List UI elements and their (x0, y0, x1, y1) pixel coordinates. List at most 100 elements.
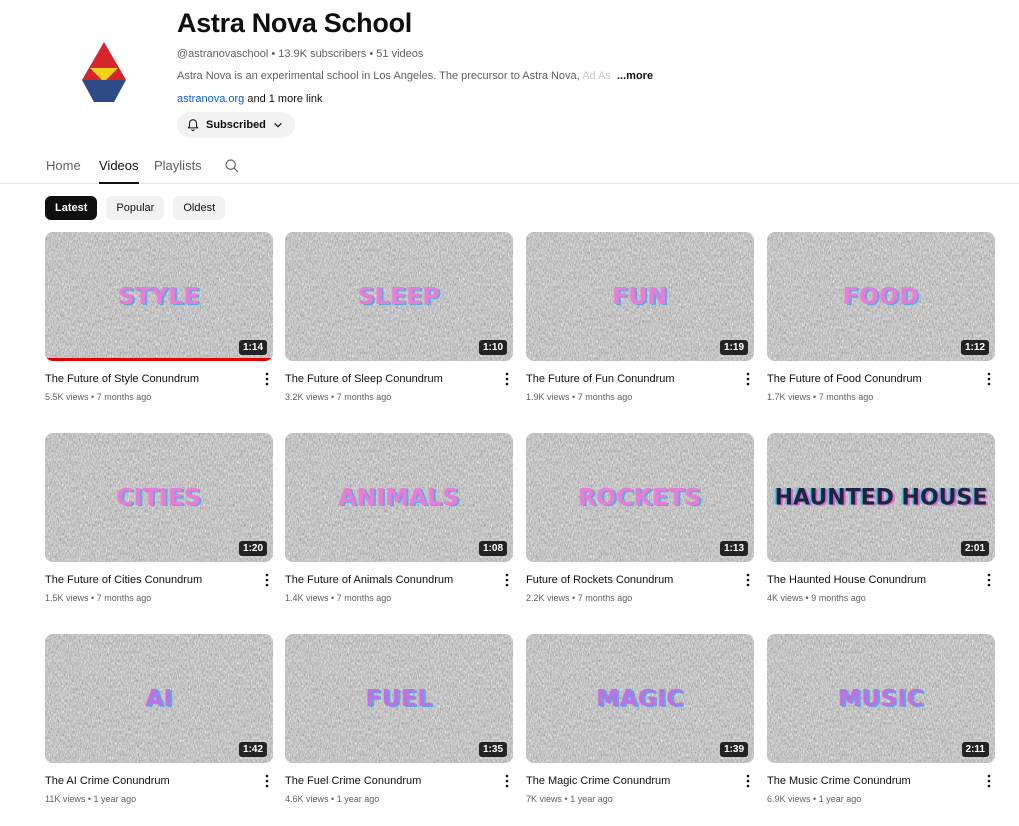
channel-logo[interactable] (82, 42, 126, 102)
description-text: Astra Nova is an experimental school in … (177, 70, 580, 82)
thumbnail-word: FUN (612, 283, 668, 310)
video-card[interactable]: CITIES 1:20 The Future of Cities Conundrum… (45, 433, 274, 604)
subscribed-label: Subscribed (206, 119, 266, 131)
video-views: 11K views (45, 794, 86, 804)
more-links-link[interactable]: and 1 more link (247, 93, 322, 105)
more-options-icon[interactable] (986, 774, 992, 788)
video-card[interactable]: FUN 1:19 The Future of Fun Conundrum 1.9K v… (526, 232, 755, 403)
video-card[interactable]: FUEL 1:35 The Fuel Crime Conundrum 4.6K vie… (285, 634, 514, 805)
video-title[interactable]: The Future of Style Conundrum (45, 372, 250, 386)
video-thumbnail[interactable]: SLEEP 1:10 (285, 232, 513, 361)
video-thumbnail[interactable]: ROCKETS 1:13 (526, 433, 754, 562)
video-thumbnail[interactable]: HAUNTED HOUSE 2:01 (767, 433, 995, 562)
tab-playlists[interactable]: Playlists (154, 158, 202, 184)
video-card[interactable]: HAUNTED HOUSE 2:01 The Haunted House Conun… (767, 433, 996, 604)
video-thumbnail[interactable]: FUN 1:19 (526, 232, 754, 361)
video-duration: 1:20 (238, 541, 267, 556)
video-duration: 1:35 (478, 742, 507, 757)
more-options-icon[interactable] (504, 372, 510, 386)
bell-icon (187, 119, 199, 131)
video-duration: 1:10 (478, 340, 507, 355)
video-age: 1 year ago (336, 794, 380, 804)
chip-oldest[interactable]: Oldest (173, 196, 226, 220)
video-thumbnail[interactable]: MUSIC 2:11 (767, 634, 995, 763)
video-meta: 6.9K views • 1 year ago (767, 793, 996, 805)
video-card[interactable]: SLEEP 1:10 The Future of Sleep Conundrum 3.… (285, 232, 514, 403)
channel-description[interactable]: Astra Nova is an experimental school in … (177, 69, 977, 83)
meta-separator: • (331, 593, 335, 603)
more-options-icon[interactable] (504, 573, 510, 587)
thumbnail-word: AI (145, 685, 173, 712)
more-options-icon[interactable] (264, 372, 270, 386)
description-faded-text: Ad As (582, 70, 611, 82)
subscribed-button[interactable]: Subscribed (177, 112, 295, 138)
meta-separator: • (572, 392, 576, 402)
thumbnail-word: MAGIC (596, 685, 684, 712)
video-card[interactable]: MUSIC 2:11 The Music Crime Conundrum 6.9K v… (767, 634, 996, 805)
video-views: 5.5K views (45, 392, 89, 402)
video-title[interactable]: The Future of Sleep Conundrum (285, 372, 490, 386)
more-options-icon[interactable] (745, 573, 751, 587)
video-title[interactable]: The AI Crime Conundrum (45, 774, 250, 788)
video-thumbnail[interactable]: CITIES 1:20 (45, 433, 273, 562)
video-thumbnail[interactable]: MAGIC 1:39 (526, 634, 754, 763)
channel-website-link[interactable]: astranova.org (177, 93, 244, 105)
video-card[interactable]: AI 1:42 The AI Crime Conundrum 11K views • … (45, 634, 274, 805)
more-options-icon[interactable] (986, 372, 992, 386)
video-thumbnail[interactable]: FUEL 1:35 (285, 634, 513, 763)
video-views: 1.7K views (767, 392, 811, 402)
tab-home[interactable]: Home (46, 158, 81, 184)
video-title[interactable]: The Haunted House Conundrum (767, 573, 972, 587)
more-options-icon[interactable] (745, 774, 751, 788)
video-age: 7 months ago (336, 593, 392, 603)
watch-progress-bar (45, 358, 273, 361)
video-age: 1 year ago (818, 794, 862, 804)
video-title[interactable]: Future of Rockets Conundrum (526, 573, 731, 587)
video-meta: 1.9K views • 7 months ago (526, 391, 755, 403)
video-card[interactable]: ROCKETS 1:13 Future of Rockets Conundrum 2.… (526, 433, 755, 604)
more-options-icon[interactable] (264, 774, 270, 788)
video-title[interactable]: The Music Crime Conundrum (767, 774, 972, 788)
meta-separator: • (813, 392, 817, 402)
video-duration: 1:14 (238, 340, 267, 355)
meta-separator: • (331, 794, 335, 804)
more-options-icon[interactable] (504, 774, 510, 788)
video-card[interactable]: STYLE 1:14 The Future of Style Conundrum 5.… (45, 232, 274, 403)
video-title[interactable]: The Fuel Crime Conundrum (285, 774, 490, 788)
video-title[interactable]: The Future of Food Conundrum (767, 372, 972, 386)
thumbnail-word: HAUNTED HOUSE (774, 485, 988, 510)
video-duration: 1:19 (719, 340, 748, 355)
video-thumbnail[interactable]: AI 1:42 (45, 634, 273, 763)
video-title[interactable]: The Magic Crime Conundrum (526, 774, 731, 788)
channel-handle: @astranovaschool (177, 48, 269, 60)
video-meta: 2.2K views • 7 months ago (526, 592, 755, 604)
description-more-link[interactable]: ...more (617, 70, 653, 82)
video-meta: 11K views • 1 year ago (45, 793, 274, 805)
video-thumbnail[interactable]: ANIMALS 1:08 (285, 433, 513, 562)
thumbnail-word: FUEL (365, 685, 433, 712)
video-card[interactable]: ANIMALS 1:08 The Future of Animals Conundr… (285, 433, 514, 604)
video-views: 3.2K views (285, 392, 329, 402)
video-title[interactable]: The Future of Animals Conundrum (285, 573, 490, 587)
meta-separator: • (369, 48, 374, 60)
video-thumbnail[interactable]: FOOD 1:12 (767, 232, 995, 361)
video-age: 1 year ago (93, 794, 137, 804)
more-options-icon[interactable] (986, 573, 992, 587)
video-age: 7 months ago (96, 593, 152, 603)
video-card[interactable]: MAGIC 1:39 The Magic Crime Conundrum 7K vie… (526, 634, 755, 805)
search-icon[interactable] (224, 158, 240, 174)
channel-header: Astra Nova School @astranovaschool • 13.… (177, 8, 977, 106)
video-card[interactable]: FOOD 1:12 The Future of Food Conundrum 1.7K… (767, 232, 996, 403)
video-duration: 1:08 (478, 541, 507, 556)
video-thumbnail[interactable]: STYLE 1:14 (45, 232, 273, 361)
chip-latest[interactable]: Latest (45, 196, 98, 220)
video-title[interactable]: The Future of Cities Conundrum (45, 573, 250, 587)
more-options-icon[interactable] (745, 372, 751, 386)
sort-chips: Latest Popular Oldest (45, 196, 234, 220)
more-options-icon[interactable] (264, 573, 270, 587)
subscriber-count: 13.9K subscribers (278, 48, 367, 60)
chip-popular[interactable]: Popular (106, 196, 165, 220)
video-title[interactable]: The Future of Fun Conundrum (526, 372, 731, 386)
tab-videos[interactable]: Videos (99, 158, 139, 184)
video-views: 2.2K views (526, 593, 570, 603)
